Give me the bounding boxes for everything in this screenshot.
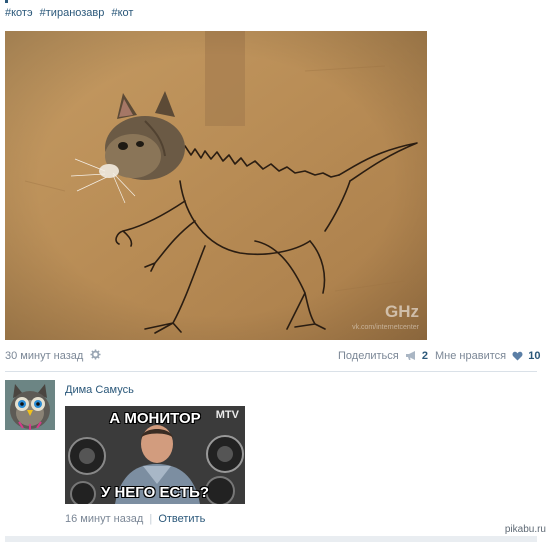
like-button[interactable]: Мне нравится 10: [435, 348, 540, 364]
hashtag-link-tyrannosaurus[interactable]: #тиранозавр: [40, 7, 105, 19]
comment-author-link[interactable]: Дима Самусь: [65, 384, 134, 396]
heart-icon: [512, 351, 523, 361]
cat-dinosaur-drawing-icon: [5, 31, 427, 340]
mtv-logo: MTV: [215, 409, 239, 421]
post-photo[interactable]: GHz vk.com/internetcenter: [5, 31, 427, 340]
like-label: Мне нравится: [435, 350, 507, 362]
owl-avatar-icon: [5, 380, 55, 430]
bottom-bar: [5, 536, 537, 542]
pikabu-watermark: pikabu.ru: [504, 524, 546, 535]
avatar[interactable]: [5, 380, 55, 430]
meme-bottom-text: У НЕГО ЕСТЬ?: [100, 484, 210, 501]
post-divider: [5, 371, 537, 372]
comment-timestamp[interactable]: 16 минут назад: [65, 513, 143, 525]
comment-meme-image[interactable]: А МОНИТОР У НЕГО ЕСТЬ? MTV: [65, 406, 245, 504]
megaphone-icon: [405, 351, 415, 360]
reply-button[interactable]: Ответить: [158, 513, 205, 525]
post-time-text: 30 минут назад: [5, 350, 84, 362]
top-edge-mark: [5, 0, 8, 3]
image-watermark: GHz vk.com/internetcenter: [352, 302, 419, 331]
comment-meta-separator: |: [149, 513, 153, 525]
post-hashtags: #котэ #тиранозавр #кот: [5, 0, 137, 20]
share-button[interactable]: Поделиться 2: [338, 348, 428, 364]
post-meta-row: 30 минут назад Поделиться 2 Мне нравится: [5, 348, 540, 364]
like-count: 10: [528, 350, 541, 362]
hashtag-link-cat[interactable]: #кот: [111, 7, 133, 19]
share-label: Поделиться: [338, 350, 399, 362]
share-count: 2: [421, 350, 428, 362]
post-timestamp[interactable]: 30 минут назад: [5, 348, 101, 364]
gear-icon[interactable]: [90, 349, 101, 360]
comment-meta-row: 16 минут назад | Ответить: [65, 513, 205, 525]
hashtag-link-kote[interactable]: #котэ: [5, 7, 33, 19]
